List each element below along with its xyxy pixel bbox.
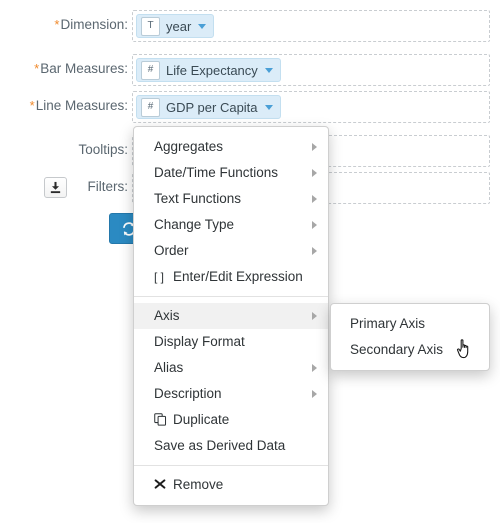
axis-submenu: Primary Axis Secondary Axis [330,303,490,371]
menu-item-alias[interactable]: Alias [134,355,328,381]
chevron-right-icon [312,195,317,203]
menu-item-label: Change Type [154,217,235,232]
duplicate-icon [154,407,169,433]
measure-context-menu: Aggregates Date/Time Functions Text Func… [133,126,329,506]
menu-item-order[interactable]: Order [134,238,328,264]
label-filters: Filters: [0,179,129,194]
submenu-item-secondary-axis[interactable]: Secondary Axis [331,337,489,363]
type-badge-number-icon: # [141,60,160,80]
menu-item-display-format[interactable]: Display Format [134,329,328,355]
label-tooltips: Tooltips: [0,142,128,157]
chevron-down-icon[interactable] [264,104,273,110]
menu-divider [134,465,328,466]
menu-item-label: Display Format [154,334,245,349]
chevron-right-icon [312,247,317,255]
menu-item-label: Duplicate [173,412,230,427]
tag-dimension-year[interactable]: T year [136,14,215,38]
label-line-measures: *Line Measures: [0,98,128,113]
tag-label: GDP per Capita [166,99,258,115]
required-asterisk: * [29,98,35,113]
menu-item-label: Enter/Edit Expression [173,269,303,284]
menu-item-enter-edit-expression[interactable]: [ ] Enter/Edit Expression [134,264,328,290]
remove-icon [154,472,169,498]
menu-item-label: Save as Derived Data [154,438,286,453]
required-asterisk: * [34,61,40,76]
menu-item-label: Alias [154,360,184,375]
type-badge-text-icon: T [141,16,160,36]
label-text: Line Measures: [35,98,128,113]
menu-item-save-as-derived-data[interactable]: Save as Derived Data [134,433,328,459]
menu-item-aggregates[interactable]: Aggregates [134,134,328,160]
chevron-right-icon [312,390,317,398]
submenu-item-label: Secondary Axis [350,342,444,357]
label-text: Tooltips: [78,142,128,157]
chevron-right-icon [312,143,317,151]
required-asterisk: * [54,17,60,32]
menu-item-label: Remove [173,477,224,492]
submenu-item-label: Primary Axis [350,316,426,331]
tag-label: Life Expectancy [166,62,258,78]
chevron-down-icon[interactable] [198,23,207,29]
chevron-down-icon[interactable] [264,67,273,73]
chevron-right-icon [312,312,317,320]
label-bar-measures: *Bar Measures: [0,61,128,76]
menu-item-change-type[interactable]: Change Type [134,212,328,238]
type-badge-number-icon: # [141,97,160,117]
label-text: Dimension: [60,17,128,32]
tag-line-measure-gdp-per-capita[interactable]: # GDP per Capita [136,95,281,119]
menu-item-label: Aggregates [154,139,224,154]
menu-item-label: Date/Time Functions [154,165,279,180]
menu-item-description[interactable]: Description [134,381,328,407]
tag-label: year [166,18,192,34]
menu-item-label: Description [154,386,222,401]
label-text: Filters: [87,179,129,194]
menu-divider [134,296,328,297]
form-row-line-measures: *Line Measures: # GDP per Capita [0,89,500,126]
chevron-right-icon [312,169,317,177]
menu-item-text-functions[interactable]: Text Functions [134,186,328,212]
submenu-item-primary-axis[interactable]: Primary Axis [331,311,489,337]
expression-brackets-icon: [ ] [154,270,165,284]
chevron-right-icon [312,364,317,372]
form-row-dimension: *Dimension: T year [0,8,500,45]
label-text: Bar Measures: [40,61,128,76]
menu-item-duplicate[interactable]: Duplicate [134,407,328,433]
menu-item-label: Text Functions [154,191,242,206]
label-dimension: *Dimension: [0,17,128,32]
menu-item-remove[interactable]: Remove [134,472,328,498]
form-row-bar-measures: *Bar Measures: # Life Expectancy [0,52,500,89]
menu-item-label: Order [154,243,189,258]
chevron-right-icon [312,221,317,229]
menu-item-label: Axis [154,308,180,323]
menu-item-date-time-functions[interactable]: Date/Time Functions [134,160,328,186]
menu-item-axis[interactable]: Axis [134,303,328,329]
tag-bar-measure-life-expectancy[interactable]: # Life Expectancy [136,58,281,82]
